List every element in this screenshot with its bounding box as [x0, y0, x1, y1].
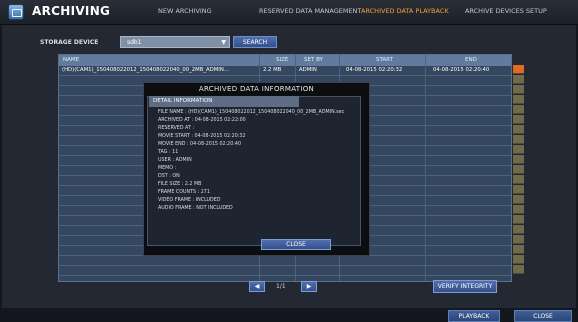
title-bar: ARCHIVING NEW ARCHIVING RESERVED DATA MA…	[0, 0, 578, 25]
side-cell[interactable]	[513, 175, 524, 184]
tab-reserved-data-management[interactable]: RESERVED DATA MANAGEMENT	[259, 7, 361, 15]
side-cell[interactable]	[513, 145, 524, 154]
tab-new-archiving[interactable]: NEW ARCHIVING	[158, 7, 212, 15]
detail-user: USER : ADMIN	[158, 158, 192, 163]
table-row[interactable]	[59, 256, 511, 266]
side-cell[interactable]	[513, 205, 524, 214]
side-cell[interactable]	[513, 155, 524, 164]
side-cell[interactable]	[513, 215, 524, 224]
side-cell[interactable]	[513, 135, 524, 144]
row-start: 04-08-2015 02:20:32	[346, 67, 403, 73]
app-title: ARCHIVING	[32, 4, 111, 18]
detail-reserved-at: RESERVED AT :	[158, 126, 195, 131]
table-row[interactable]: (HD)(CAM1)_150408022012_150408022040_00_…	[59, 66, 511, 76]
col-name[interactable]: NAME	[63, 57, 79, 63]
column-divider	[425, 55, 426, 281]
play-selection-cell[interactable]	[513, 65, 524, 74]
side-cell[interactable]	[513, 245, 524, 254]
side-cell[interactable]	[513, 255, 524, 264]
detail-frame-counts: FRAME COUNTS : 271	[158, 190, 210, 195]
dialog-close-button[interactable]: CLOSE	[261, 239, 331, 250]
dialog-title: ARCHIVED DATA INFORMATION	[198, 85, 315, 93]
row-set-by: ADMIN	[299, 67, 317, 73]
side-cell[interactable]	[513, 115, 524, 124]
archive-icon	[8, 4, 24, 20]
side-cell[interactable]	[513, 195, 524, 204]
row-name: (HD)(CAM1)_150408022012_150408022040_00_…	[62, 67, 229, 73]
page-indicator: 1/1	[276, 283, 286, 290]
side-cell[interactable]	[513, 185, 524, 194]
detail-movie-start: MOVIE START : 04-08-2015 02:20:32	[158, 134, 246, 139]
table-row[interactable]	[59, 266, 511, 276]
detail-information-header: DETAIL INFORMATION	[149, 96, 299, 107]
detail-memo: MEMO :	[158, 166, 177, 171]
table-header: NAME SIZE SET BY START END	[59, 55, 511, 66]
chevron-down-icon: ▼	[221, 39, 226, 46]
col-set-by[interactable]: SET BY	[304, 57, 323, 63]
detail-file-size: FILE SIZE : 2.2 MB	[158, 182, 202, 187]
search-button[interactable]: SEARCH	[233, 36, 277, 48]
detail-movie-end: MOVIE END : 04-08-2015 02:20:40	[158, 142, 242, 147]
side-cell[interactable]	[513, 85, 524, 94]
side-cell[interactable]	[513, 95, 524, 104]
storage-device-label: STORAGE DEVICE	[40, 39, 99, 46]
detail-tag: TAG : 11	[158, 150, 179, 155]
side-column	[513, 64, 525, 282]
side-cell[interactable]	[513, 265, 524, 274]
side-cell[interactable]	[513, 225, 524, 234]
row-end: 04-08-2015 02:20:40	[433, 67, 490, 73]
side-cell[interactable]	[513, 125, 524, 134]
storage-device-value: sdb1	[127, 39, 142, 46]
side-cell[interactable]	[513, 165, 524, 174]
side-cell[interactable]	[513, 75, 524, 84]
col-size[interactable]: SIZE	[276, 57, 288, 63]
detail-archived-at: ARCHIVED AT : 04-08-2015 02:22:00	[158, 118, 246, 123]
row-size: 2.2 MB	[263, 67, 282, 73]
col-start[interactable]: START	[376, 57, 393, 63]
side-cell[interactable]	[513, 235, 524, 244]
prev-page-button[interactable]: ◀	[249, 281, 265, 292]
storage-device-select[interactable]: sdb1 ▼	[120, 36, 230, 48]
tab-archive-devices-setup[interactable]: ARCHIVE DEVICES SETUP	[465, 7, 547, 15]
detail-file-name: FILE NAME : (HD)(CAM1)_150408022012_1504…	[158, 110, 345, 115]
next-page-button[interactable]: ▶	[301, 281, 317, 292]
col-end[interactable]: END	[465, 57, 477, 63]
detail-video-frame: VIDEO FRAME : INCLUDED	[158, 198, 221, 203]
tab-archived-data-playback[interactable]: ARCHIVED DATA PLAYBACK	[361, 7, 449, 15]
detail-audio-frame: AUDIO FRAME : NOT INCLUDED	[158, 206, 233, 211]
side-cell[interactable]	[513, 105, 524, 114]
detail-dst: DST : ON	[158, 174, 180, 179]
close-main-button[interactable]: CLOSE	[514, 310, 572, 322]
verify-integrity-button[interactable]: VERIFY INTEGRITY	[433, 280, 497, 293]
playback-button[interactable]: PLAYBACK	[448, 310, 500, 322]
